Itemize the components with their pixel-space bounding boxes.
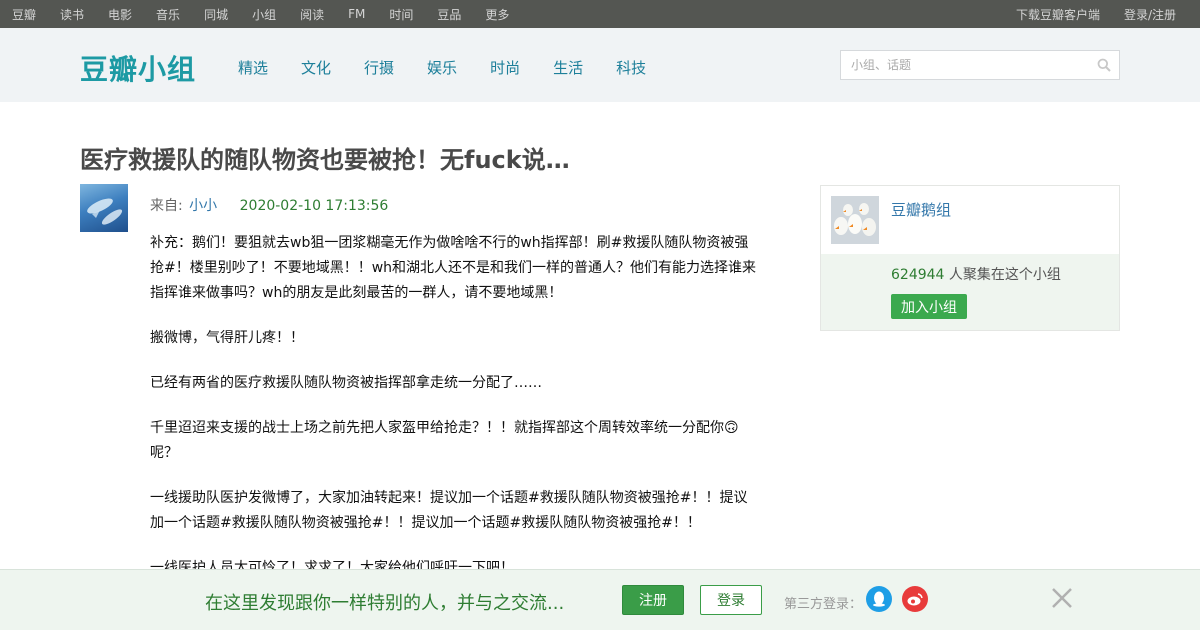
group-card: 豆瓣鹅组 624944 人聚集在这个小组 加入小组 bbox=[820, 185, 1120, 331]
third-party-login-label: 第三方登录： bbox=[784, 597, 863, 612]
post-meta: 来自: 小小 2020-02-10 17:13:56 bbox=[150, 195, 388, 215]
author-link[interactable]: 小小 bbox=[189, 198, 217, 214]
login-button[interactable]: 登录 bbox=[700, 585, 762, 615]
close-icon[interactable] bbox=[1050, 586, 1074, 610]
search-box bbox=[840, 50, 1120, 80]
group-header: 豆瓣小组 精选 文化 行摄 娱乐 时尚 生活 科技 bbox=[0, 28, 1200, 102]
nav-local[interactable]: 同城 bbox=[204, 6, 228, 23]
group-thumbnail[interactable] bbox=[831, 196, 879, 244]
group-name-link[interactable]: 豆瓣鹅组 bbox=[891, 199, 951, 220]
goose-image bbox=[831, 196, 879, 244]
category-nav: 精选 文化 行摄 娱乐 时尚 生活 科技 bbox=[238, 57, 679, 78]
category-life[interactable]: 生活 bbox=[553, 57, 583, 78]
post-paragraph: 一线援助队医护发微博了，大家加油转起来！提议加一个话题#救援队随队物资被强抢#！… bbox=[150, 490, 748, 531]
member-count: 624944 bbox=[891, 267, 945, 283]
member-count-suffix: 人聚集在这个小组 bbox=[944, 267, 1061, 283]
post-content: 补充：鹅们！要狙就去wb狙一团浆糊毫无作为做啥啥不行的wh指挥部！刷#救援队随队… bbox=[150, 231, 758, 601]
category-entertainment[interactable]: 娱乐 bbox=[427, 57, 457, 78]
nav-movie[interactable]: 电影 bbox=[108, 6, 132, 23]
signup-banner: 在这里发现跟你一样特别的人，并与之交流... 注册 登录 第三方登录： bbox=[0, 569, 1200, 630]
register-button[interactable]: 注册 bbox=[622, 585, 684, 615]
nav-group[interactable]: 小组 bbox=[252, 6, 276, 23]
nav-douban[interactable]: 豆瓣 bbox=[12, 6, 36, 23]
login-register-link[interactable]: 登录/注册 bbox=[1124, 6, 1176, 23]
category-tech[interactable]: 科技 bbox=[616, 57, 646, 78]
avatar-image bbox=[87, 198, 123, 225]
global-nav: 豆瓣 读书 电影 音乐 同城 小组 阅读 FM 时间 豆品 更多 下载豆瓣客户端… bbox=[0, 0, 1200, 28]
group-card-header: 豆瓣鹅组 bbox=[821, 186, 1119, 254]
post-title: 医疗救援队的随队物资也要被抢！无fuck说… bbox=[80, 146, 570, 174]
banner-slogan: 在这里发现跟你一样特别的人，并与之交流... bbox=[205, 593, 565, 614]
post-paragraph: 已经有两省的医疗救援队随队物资被指挥部拿走统一分配了…… bbox=[150, 375, 542, 391]
nav-market[interactable]: 豆品 bbox=[437, 6, 461, 23]
post-paragraph: 补充：鹅们！要狙就去wb狙一团浆糊毫无作为做啥啥不行的wh指挥部！刷#救援队随队… bbox=[150, 235, 757, 301]
author-avatar[interactable] bbox=[80, 184, 128, 232]
nav-books[interactable]: 读书 bbox=[60, 6, 84, 23]
global-nav-account: 下载豆瓣客户端 登录/注册 bbox=[992, 6, 1176, 23]
search-input[interactable] bbox=[841, 51, 1081, 79]
weibo-icon[interactable] bbox=[902, 586, 928, 612]
join-group-button[interactable]: 加入小组 bbox=[891, 294, 967, 319]
category-travel[interactable]: 行摄 bbox=[364, 57, 394, 78]
group-card-footer: 624944 人聚集在这个小组 加入小组 bbox=[821, 254, 1119, 330]
category-featured[interactable]: 精选 bbox=[238, 57, 268, 78]
member-count-text: 624944 人聚集在这个小组 bbox=[891, 264, 1061, 284]
from-label: 来自: bbox=[150, 198, 183, 214]
nav-time[interactable]: 时间 bbox=[389, 6, 413, 23]
post-paragraph: 千里迢迢来支援的战士上场之前先把人家盔甲给抢走？！！就指挥部这个周转效率统一分配… bbox=[150, 420, 739, 461]
nav-more[interactable]: 更多 bbox=[485, 6, 509, 23]
global-nav-links: 豆瓣 读书 电影 音乐 同城 小组 阅读 FM 时间 豆品 更多 bbox=[12, 6, 533, 23]
group-logo[interactable]: 豆瓣小组 bbox=[80, 48, 196, 88]
category-fashion[interactable]: 时尚 bbox=[490, 57, 520, 78]
post-time: 2020-02-10 17:13:56 bbox=[239, 198, 389, 214]
nav-fm[interactable]: FM bbox=[348, 7, 365, 21]
nav-read[interactable]: 阅读 bbox=[300, 6, 324, 23]
qq-icon[interactable] bbox=[866, 586, 892, 612]
nav-music[interactable]: 音乐 bbox=[156, 6, 180, 23]
post-paragraph: 搬微博，气得肝儿疼！！ bbox=[150, 330, 304, 346]
search-icon[interactable] bbox=[1097, 58, 1111, 72]
category-culture[interactable]: 文化 bbox=[301, 57, 331, 78]
download-app-link[interactable]: 下载豆瓣客户端 bbox=[1016, 6, 1100, 23]
